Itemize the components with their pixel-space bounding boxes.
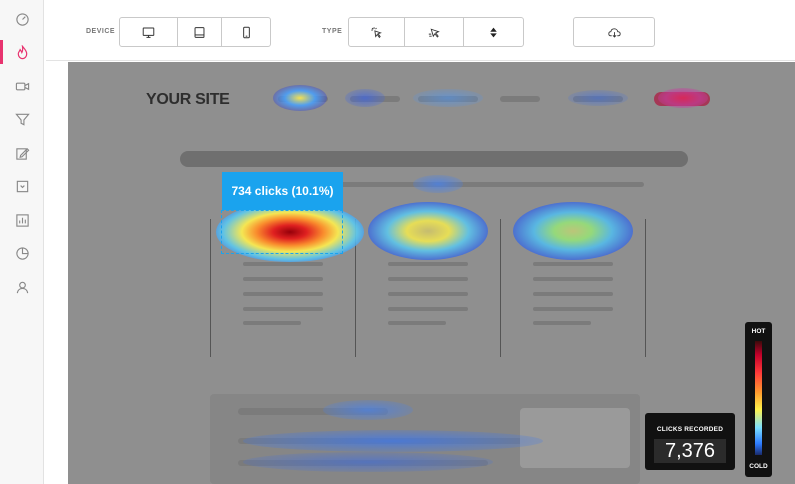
text-line — [243, 321, 301, 325]
text-line — [388, 292, 468, 296]
text-line — [388, 307, 468, 311]
selected-element-outline[interactable] — [221, 210, 343, 254]
legend-gradient-bar — [755, 341, 762, 455]
nav-placeholder — [500, 96, 540, 102]
download-button[interactable] — [574, 18, 654, 46]
legend-hot-label: HOT — [751, 328, 766, 335]
feedback-icon[interactable] — [0, 171, 44, 201]
heat-spot — [323, 400, 413, 420]
heat-spot — [413, 175, 463, 193]
text-line — [243, 307, 323, 311]
text-line — [533, 277, 613, 281]
text-line — [243, 262, 323, 266]
phone-icon — [242, 26, 250, 38]
device-label: DEVICE — [86, 28, 116, 35]
site-logo: YOUR SITE — [146, 91, 230, 108]
forms-icon[interactable] — [0, 138, 44, 168]
tablet-button[interactable] — [178, 18, 222, 46]
heat-spot — [243, 452, 493, 472]
heat-legend: HOT COLD — [745, 322, 772, 477]
text-line — [243, 277, 323, 281]
legend-cold-label: COLD — [749, 463, 768, 470]
clicks-recorded-label: CLICKS RECORDED — [656, 426, 724, 433]
text-line — [533, 292, 613, 296]
users-icon[interactable] — [0, 272, 44, 302]
download-selector — [573, 17, 655, 47]
scroll-type-button[interactable] — [464, 18, 523, 46]
click-icon — [371, 26, 382, 38]
tablet-icon — [194, 26, 205, 38]
heat-spot — [368, 202, 488, 260]
heat-spot — [345, 89, 385, 107]
heat-spot — [413, 89, 483, 107]
column-divider — [645, 219, 646, 357]
heat-spot — [513, 202, 633, 260]
type-label: TYPE — [322, 28, 343, 35]
click-type-button[interactable] — [349, 18, 405, 46]
column-divider — [210, 219, 211, 357]
toolbar: DEVICE TYPE — [46, 0, 795, 61]
heat-spot — [243, 430, 543, 452]
clicks-recorded-value: 7,376 — [654, 439, 726, 463]
cloud-download-icon — [607, 27, 621, 38]
polls-icon[interactable] — [0, 205, 44, 235]
heat-spot — [273, 85, 327, 111]
phone-button[interactable] — [222, 18, 270, 46]
text-line — [388, 321, 446, 325]
column-divider — [500, 219, 501, 357]
dashboard-icon[interactable] — [0, 4, 44, 34]
analytics-icon[interactable] — [0, 238, 44, 268]
text-line — [388, 277, 468, 281]
move-type-button[interactable] — [405, 18, 464, 46]
scroll-icon — [490, 27, 497, 37]
text-line — [533, 262, 613, 266]
funnel-icon[interactable] — [0, 104, 44, 134]
heat-spot — [568, 90, 628, 106]
hero-bar-placeholder — [180, 151, 688, 167]
text-line — [533, 307, 613, 311]
click-tooltip: 734 clicks (10.1%) — [222, 172, 343, 210]
text-line — [533, 321, 591, 325]
desktop-button[interactable] — [120, 18, 178, 46]
device-selector — [119, 17, 271, 47]
text-line — [388, 262, 468, 266]
text-line — [243, 292, 323, 296]
type-selector — [348, 17, 524, 47]
desktop-icon — [142, 27, 155, 38]
heatmap-icon[interactable] — [0, 37, 44, 67]
sidebar — [0, 0, 44, 484]
recordings-icon[interactable] — [0, 71, 44, 101]
move-icon — [428, 28, 440, 38]
clicks-recorded-panel: CLICKS RECORDED 7,376 — [645, 413, 735, 470]
heat-spot — [658, 88, 708, 108]
